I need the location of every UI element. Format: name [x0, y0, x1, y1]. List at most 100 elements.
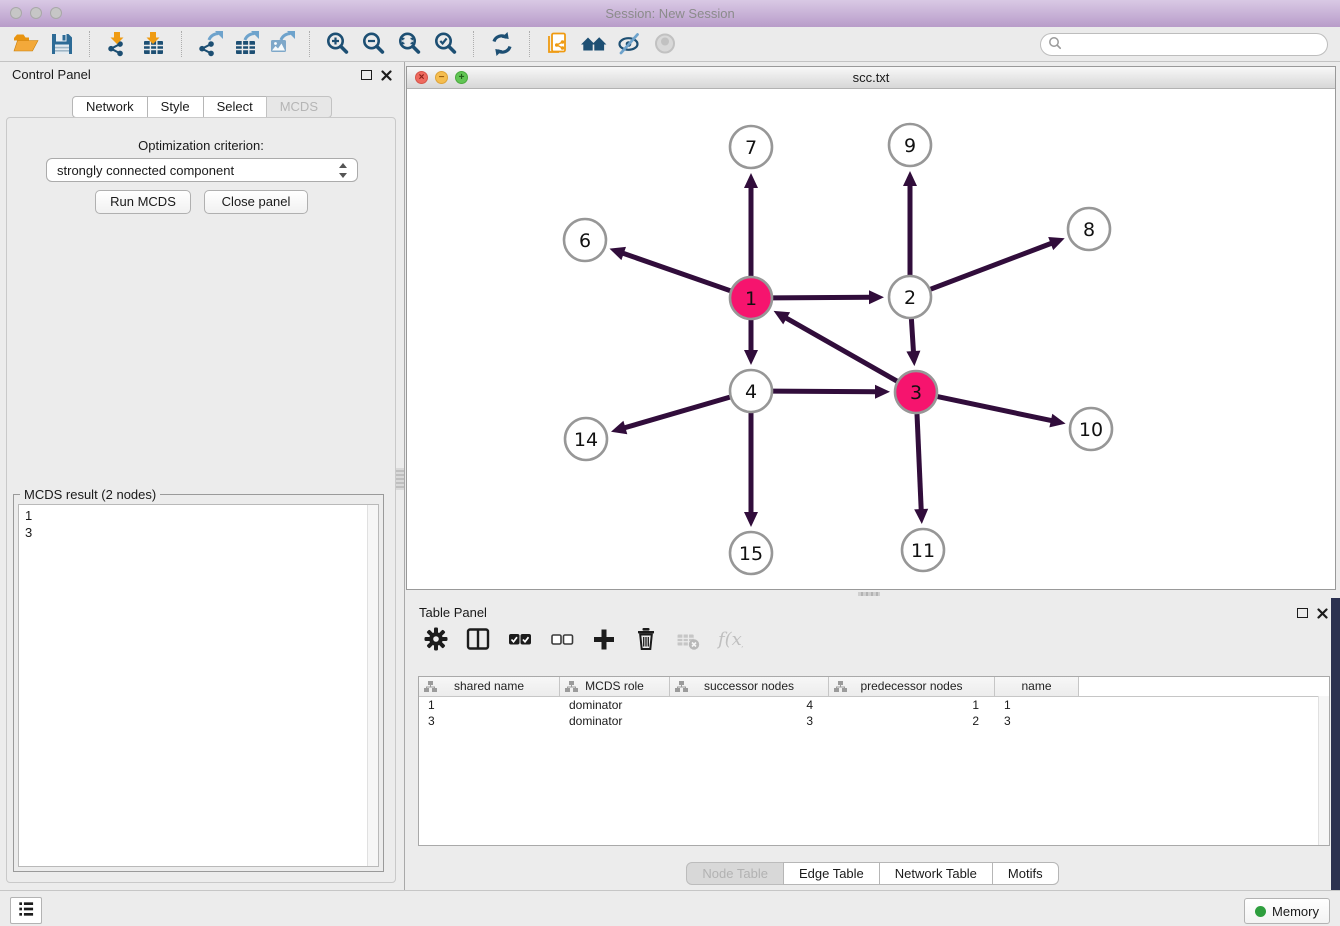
cell: 3 — [995, 713, 1079, 729]
mcds-result-group: MCDS result (2 nodes) 13 — [13, 494, 384, 872]
birdseye-view-icon — [651, 29, 681, 59]
tab-mcds[interactable]: MCDS — [266, 96, 332, 118]
zoom-out-icon[interactable] — [359, 29, 389, 59]
graph-edge — [621, 253, 730, 291]
export-network-icon[interactable] — [195, 29, 225, 59]
graph-edge-arrow — [875, 385, 890, 399]
search-input[interactable] — [1066, 34, 1327, 54]
zoom-selected-icon[interactable] — [431, 29, 461, 59]
zoom-fit-icon[interactable] — [395, 29, 425, 59]
tab-node-table[interactable]: Node Table — [686, 862, 784, 885]
export-table-icon[interactable] — [231, 29, 261, 59]
graph-edge-arrow — [744, 512, 758, 527]
refresh-layout-icon[interactable] — [487, 29, 517, 59]
tab-network[interactable]: Network — [72, 96, 148, 118]
graph-edge-arrow — [610, 247, 627, 260]
column-header-name[interactable]: name — [995, 677, 1079, 696]
graph-node-label: 10 — [1079, 419, 1103, 441]
delete-table-icon — [673, 624, 703, 654]
column-header-predecessor-nodes[interactable]: predecessor nodes — [829, 677, 995, 696]
table-float-icon[interactable] — [1297, 608, 1308, 618]
cell: 1 — [419, 697, 560, 713]
import-table-icon[interactable] — [139, 29, 169, 59]
tab-select[interactable]: Select — [203, 96, 267, 118]
result-line: 1 — [25, 507, 378, 524]
graph-edge — [931, 243, 1054, 290]
graph-edge-arrow — [914, 509, 928, 524]
column-label: successor nodes — [704, 679, 794, 693]
close-panel-button[interactable]: Close panel — [204, 190, 308, 214]
import-network-icon[interactable] — [103, 29, 133, 59]
graph-node-label: 6 — [579, 230, 591, 252]
select-all-columns-icon[interactable] — [505, 624, 535, 654]
zoom-in-icon[interactable] — [323, 29, 353, 59]
save-session-icon[interactable] — [47, 29, 77, 59]
graph-node-label: 2 — [904, 287, 916, 309]
add-column-icon[interactable] — [589, 624, 619, 654]
network-graph[interactable]: 7968124314101511 — [407, 89, 1335, 589]
criterion-dropdown[interactable]: strongly connected component — [46, 158, 358, 182]
graph-node-label: 1 — [745, 288, 757, 310]
column-layout-icon[interactable] — [463, 624, 493, 654]
graph-edge — [938, 397, 1054, 422]
tab-edge-table[interactable]: Edge Table — [783, 862, 880, 885]
graph-edge-arrow — [903, 171, 917, 186]
svg-text:f(x): f(x) — [717, 629, 743, 650]
home-view-icon[interactable] — [579, 29, 609, 59]
optimization-criterion-label: Optimization criterion: — [7, 138, 395, 153]
table-close-icon[interactable] — [1317, 607, 1328, 618]
open-file-icon[interactable] — [11, 29, 41, 59]
network-view-window: scc.txt 7968124314101511 — [406, 66, 1336, 590]
cell: dominator — [560, 697, 670, 713]
graph-edge-arrow — [744, 173, 758, 188]
tab-style[interactable]: Style — [147, 96, 204, 118]
column-label: MCDS role — [585, 679, 644, 693]
graph-edge — [623, 397, 730, 428]
search-box[interactable] — [1040, 33, 1328, 56]
table-row[interactable]: 1dominator411 — [419, 697, 1329, 713]
delete-column-icon[interactable] — [631, 624, 661, 654]
graph-node-label: 4 — [745, 381, 757, 403]
column-label: name — [1021, 679, 1051, 693]
graph-edge-arrow — [869, 290, 884, 304]
memory-button[interactable]: Memory — [1244, 898, 1330, 924]
result-scrollbar[interactable] — [367, 505, 378, 866]
cell: 4 — [670, 697, 829, 713]
run-mcds-button[interactable]: Run MCDS — [95, 190, 191, 214]
float-panel-icon[interactable] — [361, 70, 372, 80]
graph-node-label: 14 — [574, 429, 598, 451]
toolbar-separator — [89, 31, 91, 57]
table-scrollbar[interactable] — [1318, 696, 1329, 845]
table-settings-icon[interactable] — [421, 624, 451, 654]
hide-graphics-icon[interactable] — [615, 29, 645, 59]
mcds-result-title: MCDS result (2 nodes) — [20, 487, 160, 502]
tab-motifs[interactable]: Motifs — [992, 862, 1059, 885]
graph-edge — [784, 317, 897, 381]
column-header-shared-name[interactable]: shared name — [419, 677, 560, 696]
search-icon — [1048, 36, 1062, 53]
export-image-icon[interactable] — [267, 29, 297, 59]
network-window-title: scc.txt — [407, 67, 1335, 88]
task-history-button[interactable] — [10, 897, 42, 924]
column-header-MCDS-role[interactable]: MCDS role — [560, 677, 670, 696]
table-panel-title: Table Panel — [419, 600, 487, 626]
result-line: 3 — [25, 524, 378, 541]
cell: 3 — [670, 713, 829, 729]
column-header-successor-nodes[interactable]: successor nodes — [670, 677, 829, 696]
mcds-result-list[interactable]: 13 — [18, 504, 379, 867]
deselect-all-columns-icon[interactable] — [547, 624, 577, 654]
vertical-splitter-handle[interactable] — [396, 468, 404, 490]
mcds-result-lines: 13 — [25, 507, 378, 541]
column-label: shared name — [454, 679, 524, 693]
node-table[interactable]: shared name MCDS role successor nodes prede… — [418, 676, 1330, 846]
memory-label: Memory — [1272, 904, 1319, 919]
close-panel-icon[interactable] — [381, 69, 392, 80]
toolbar-separator — [529, 31, 531, 57]
tab-network-table[interactable]: Network Table — [879, 862, 993, 885]
graph-node-label: 9 — [904, 135, 916, 157]
control-panel-header: Control Panel — [0, 62, 404, 90]
table-row[interactable]: 3dominator323 — [419, 713, 1329, 729]
network-canvas[interactable]: 7968124314101511 — [407, 89, 1335, 589]
horizontal-splitter-handle[interactable] — [858, 592, 880, 596]
clone-network-icon[interactable] — [543, 29, 573, 59]
